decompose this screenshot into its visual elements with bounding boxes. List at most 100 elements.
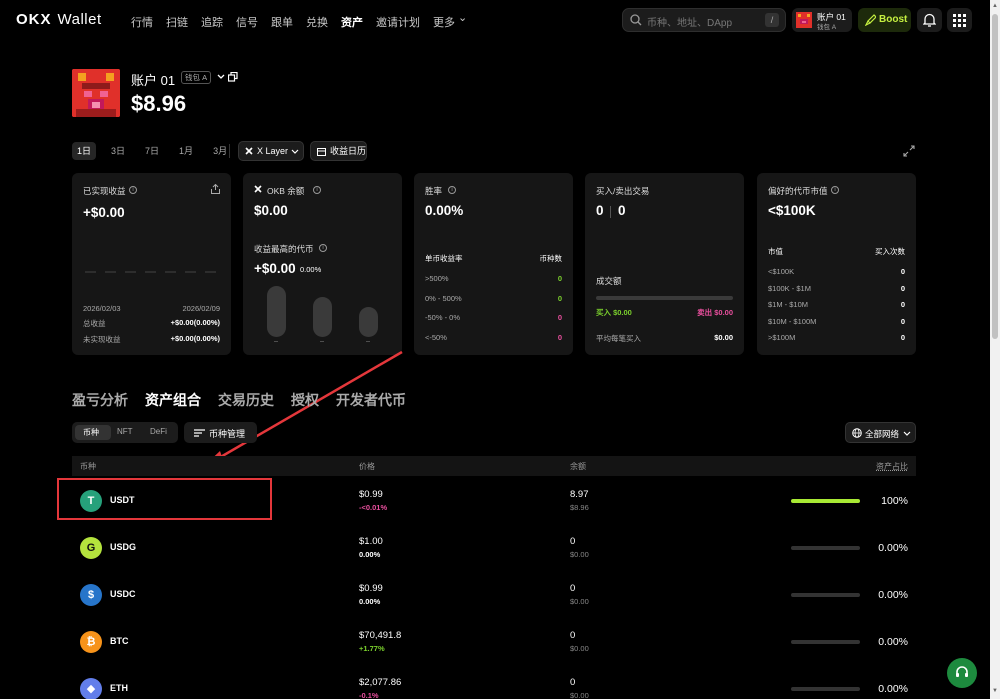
apps-menu-button[interactable]	[947, 8, 972, 32]
nav-item[interactable]: 邀请计划	[376, 14, 420, 30]
nav-item[interactable]: 资产	[341, 14, 363, 30]
subtab-nft[interactable]: NFT	[117, 427, 133, 436]
bar-label: --	[320, 339, 324, 345]
network-filter-label: 全部网络	[865, 429, 900, 439]
tab-2[interactable]: 交易历史	[218, 390, 274, 410]
win-rate-title: 胜率	[425, 186, 443, 196]
win-rate-col1: 单币收益率	[425, 254, 463, 263]
info-icon[interactable]: i	[831, 186, 839, 194]
chain-selector-label: X Layer	[257, 146, 289, 156]
bar-label: --	[274, 339, 278, 345]
info-icon[interactable]: i	[319, 244, 327, 252]
okx-logo-mark: OKX	[16, 11, 52, 28]
support-chat-button[interactable]	[947, 658, 977, 688]
nav-item[interactable]: 兑换	[306, 14, 328, 30]
scroll-up-arrow-icon[interactable]: ▲	[992, 3, 998, 9]
nav-item[interactable]: 更多	[433, 14, 455, 30]
search-placeholder: 币种、地址、DApp	[647, 18, 733, 29]
eth-icon: ◆	[80, 678, 102, 699]
rocket-icon	[865, 14, 876, 26]
boost-label: Boost	[879, 14, 908, 25]
period-divider	[229, 144, 230, 158]
col-price: 价格	[359, 462, 375, 471]
period-option[interactable]: 7日	[140, 142, 164, 160]
top-navbar: OKX Wallet 行情 扫链 追踪 信号 跟单 兑换 资产 邀请计划 更多 ⌄ 币种、地址、D…	[0, 0, 990, 42]
avg-buy-label: 平均每笔买入	[596, 334, 641, 343]
win-rate-card: 胜率 i 0.00% 单币收益率 币种数 >500% 0 0% - 500% 0 -50…	[414, 173, 573, 355]
share-bar	[791, 593, 860, 597]
page-scrollbar[interactable]: ▲ ▼	[990, 0, 1000, 699]
tab-4[interactable]: 开发者代币	[336, 390, 406, 410]
realized-pnl-title: 已实现收益	[83, 186, 126, 196]
coin-manage-label: 币种管理	[209, 429, 246, 439]
network-filter[interactable]: 全部网络	[845, 422, 916, 443]
wallet-tag-badge: 钱包 A	[181, 71, 212, 84]
account-dropdown-chevron-icon[interactable]	[217, 74, 225, 80]
account-avatar	[72, 69, 120, 117]
coin-price: $0.99	[359, 583, 383, 594]
search-input[interactable]: 币种、地址、DApp /	[622, 8, 786, 32]
share-pct: 0.00%	[878, 542, 908, 554]
pnl-sparkline-placeholder	[85, 271, 219, 273]
subtab-defi[interactable]: DeFi	[150, 427, 167, 436]
coin-manage-button[interactable]: 币种管理	[184, 422, 257, 443]
mcap-col2: 买入次数	[875, 247, 905, 256]
chain-selector[interactable]: X Layer	[238, 141, 304, 161]
okb-balance-title: OKB 余额	[267, 186, 305, 196]
total-pnl-value: +$0.00(0.00%)	[170, 318, 220, 327]
chevron-down-icon	[903, 431, 911, 436]
win-rate-row-count: 0	[557, 274, 562, 283]
realized-pnl-value: +$0.00	[83, 205, 125, 220]
share-bar	[791, 546, 860, 550]
notifications-button[interactable]	[917, 8, 942, 32]
period-option[interactable]: 3日	[106, 142, 130, 160]
table-row[interactable]: ◆ ETH $2,077.86 -0.1% 0 $0.00 0.00%	[72, 666, 916, 699]
mcap-row-count: 0	[900, 333, 905, 343]
coin-value: $0.00	[570, 550, 589, 559]
period-option[interactable]: 1月	[174, 142, 198, 160]
mcap-value: <$100K	[768, 203, 816, 218]
tab-0[interactable]: 盈亏分析	[72, 390, 128, 410]
info-icon[interactable]: i	[448, 186, 456, 194]
boost-button[interactable]: Boost	[858, 8, 911, 32]
nav-item[interactable]: 行情	[131, 14, 153, 30]
sell-count: 0	[618, 203, 626, 218]
info-icon[interactable]: i	[129, 186, 137, 194]
subtab-tokens[interactable]: 币种	[83, 427, 99, 438]
chevron-down-icon	[291, 149, 299, 154]
share-icon[interactable]	[211, 184, 220, 194]
table-row[interactable]: ₿ BTC $70,491.8 +1.77% 0 $0.00 0.00%	[72, 619, 916, 666]
globe-icon	[852, 428, 862, 438]
col-share[interactable]: 资产占比	[876, 461, 908, 472]
table-row[interactable]: $ USDC $0.99 0.00% 0 $0.00 0.00%	[72, 572, 916, 619]
copy-icon[interactable]	[228, 72, 238, 82]
win-rate-row-count: 0	[557, 313, 562, 322]
share-pct: 100%	[881, 495, 908, 507]
scrollbar-thumb[interactable]	[992, 14, 998, 339]
tab-1[interactable]: 资产组合	[145, 390, 201, 410]
nav-item[interactable]: 跟单	[271, 14, 293, 30]
table-row[interactable]: G USDG $1.00 0.00% 0 $0.00 0.00%	[72, 525, 916, 572]
okx-wallet-logo[interactable]: OKX Wallet	[16, 11, 102, 28]
scroll-down-arrow-icon[interactable]: ▼	[992, 688, 998, 694]
nav-item[interactable]: 信号	[236, 14, 258, 30]
period-selector: 1日 3日 7日 1月 3月	[72, 142, 242, 160]
share-bar-fill	[791, 499, 860, 503]
headset-icon	[956, 666, 968, 677]
coin-amount: 0	[570, 536, 576, 547]
tab-3[interactable]: 授权	[291, 390, 319, 410]
bar-label: --	[366, 339, 370, 345]
volume-bar	[596, 296, 733, 300]
nav-item[interactable]: 扫链	[166, 14, 188, 30]
info-icon[interactable]: i	[313, 186, 321, 194]
expand-icon[interactable]	[903, 145, 915, 157]
pnl-calendar-button[interactable]: 收益日历	[310, 141, 367, 161]
mcap-row-label: >$100M	[768, 333, 796, 343]
sell-volume: 卖出 $0.00	[697, 308, 733, 317]
nav-item[interactable]: 追踪	[201, 14, 223, 30]
period-option[interactable]: 1日	[72, 142, 97, 160]
okb-balance-value: $0.00	[254, 203, 288, 218]
account-switcher[interactable]: 账户 01 钱包 A	[792, 8, 852, 32]
coin-value: $0.00	[570, 597, 589, 606]
mcap-row-label: $100K - $1M	[768, 283, 811, 293]
